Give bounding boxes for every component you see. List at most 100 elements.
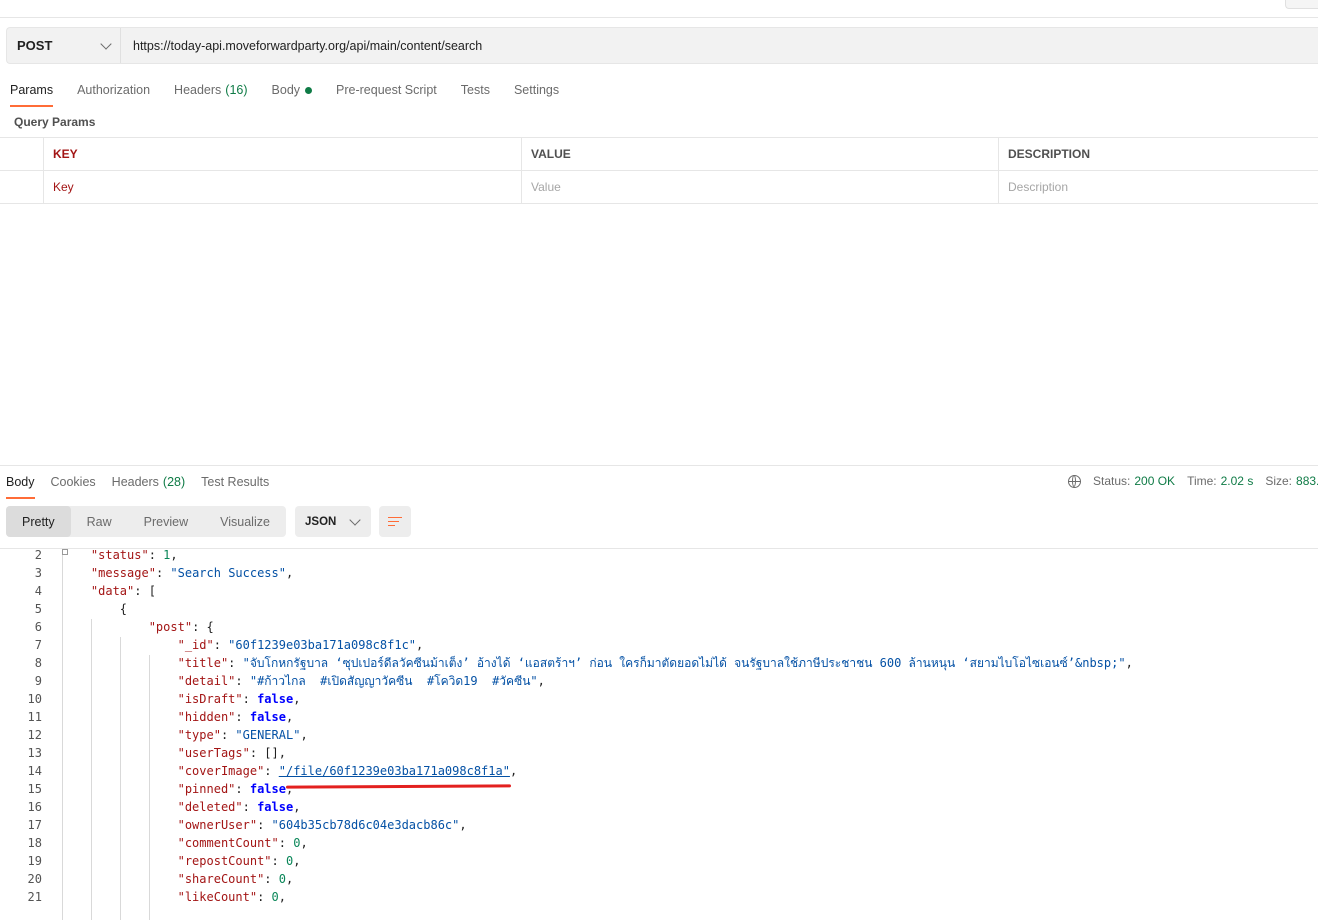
code-text: "hidden": false, bbox=[177, 710, 294, 724]
json-value: [] bbox=[264, 746, 279, 760]
tab-label: Body bbox=[6, 475, 35, 489]
format-label: JSON bbox=[305, 515, 337, 528]
code-text: "title": "จับโกหกรัฐบาล ‘ซุปเปอร์ดีลวัคซ… bbox=[177, 656, 1133, 670]
json-value: "จับโกหกรัฐบาล ‘ซุปเปอร์ดีลวัคซีนม้าเต็ง… bbox=[242, 656, 1126, 670]
line-number: 20 bbox=[27, 872, 42, 886]
method-select[interactable]: POST bbox=[7, 28, 121, 63]
url-input[interactable]: https://today-api.moveforwardparty.org/a… bbox=[121, 39, 482, 53]
row-checkbox[interactable] bbox=[0, 171, 43, 203]
line-number: 5 bbox=[34, 602, 42, 616]
json-key: "status" bbox=[90, 548, 149, 562]
json-value: 1 bbox=[163, 548, 171, 562]
line-number: 16 bbox=[27, 800, 42, 814]
tab-body[interactable]: Body bbox=[272, 80, 313, 100]
tab-label: Body bbox=[271, 83, 301, 97]
globe-icon[interactable] bbox=[1068, 474, 1081, 488]
tab-headers[interactable]: Headers (16) bbox=[174, 80, 247, 100]
top-corner-button[interactable] bbox=[1285, 0, 1318, 9]
status-label: Status: bbox=[1093, 474, 1131, 488]
view-visualize-button[interactable]: Visualize bbox=[204, 506, 286, 537]
wrap-lines-button[interactable] bbox=[379, 506, 411, 537]
pane-divider[interactable] bbox=[0, 465, 1318, 466]
json-value: { bbox=[119, 602, 128, 616]
json-key: "post" bbox=[148, 620, 193, 634]
json-value: 0 bbox=[285, 854, 294, 868]
response-tab-test-results[interactable]: Test Results bbox=[201, 473, 269, 491]
json-key: "hidden" bbox=[177, 710, 236, 724]
line-number: 18 bbox=[27, 836, 42, 850]
description-input[interactable]: Description bbox=[998, 171, 1318, 203]
json-value: false bbox=[249, 782, 286, 796]
tab-authorization[interactable]: Authorization bbox=[77, 80, 150, 100]
line-number: 4 bbox=[34, 584, 42, 598]
json-key: "commentCount" bbox=[177, 836, 279, 850]
response-headers-count: (28) bbox=[162, 475, 186, 489]
code-text: "status": 1, bbox=[90, 548, 178, 562]
column-header-description: DESCRIPTION bbox=[998, 138, 1318, 170]
format-select[interactable]: JSON bbox=[295, 506, 371, 537]
code-text: "repostCount": 0, bbox=[177, 854, 301, 868]
response-tab-body[interactable]: Body bbox=[6, 473, 35, 499]
size-label: Size: bbox=[1265, 474, 1293, 488]
tab-params[interactable]: Params bbox=[10, 80, 54, 107]
code-text: "commentCount": 0, bbox=[177, 836, 308, 850]
code-text: "detail": "#ก้าวไกล #เปิดสัญญาวัคซีน #โค… bbox=[177, 674, 545, 688]
tab-settings[interactable]: Settings bbox=[514, 80, 559, 100]
params-table: KEY VALUE DESCRIPTION Key Value Descript… bbox=[0, 137, 1318, 204]
code-text: "pinned": false, bbox=[177, 782, 294, 796]
json-value: false bbox=[249, 710, 286, 724]
json-value: "#ก้าวไกล #เปิดสัญญาวัคซีน #โควิด19 #วัค… bbox=[249, 674, 538, 688]
wrap-lines-icon bbox=[388, 516, 402, 528]
json-value: "Search Success" bbox=[170, 566, 286, 580]
json-value: "GENERAL" bbox=[235, 728, 301, 742]
json-value: "604b35cb78d6c04e3dacb86c" bbox=[271, 818, 460, 832]
line-number: 11 bbox=[27, 710, 42, 724]
line-number: 8 bbox=[34, 656, 42, 670]
line-number: 15 bbox=[27, 782, 42, 796]
row-handle bbox=[0, 138, 43, 170]
json-value: { bbox=[206, 620, 214, 634]
code-text: "data": [ bbox=[90, 584, 156, 598]
code-text: "ownerUser": "604b35cb78d6c04e3dacb86c", bbox=[177, 818, 467, 832]
tab-label: Headers bbox=[174, 83, 222, 97]
code-text: { bbox=[62, 600, 127, 618]
red-underline-annotation bbox=[285, 784, 512, 789]
chevron-down-icon bbox=[100, 37, 112, 50]
code-text: "deleted": false, bbox=[177, 800, 301, 814]
tab-pre-request-script[interactable]: Pre-request Script bbox=[336, 80, 437, 100]
line-number: 19 bbox=[27, 854, 42, 868]
json-value: 0 bbox=[278, 872, 286, 886]
json-value: [ bbox=[148, 584, 156, 598]
json-key: "detail" bbox=[177, 674, 236, 688]
key-input[interactable]: Key bbox=[43, 171, 521, 203]
code-text: "userTags": [], bbox=[177, 746, 286, 760]
status-value[interactable]: 200 OK bbox=[1134, 474, 1175, 488]
json-key: "title" bbox=[177, 656, 229, 670]
code-text: "likeCount": 0, bbox=[177, 890, 286, 904]
view-preview-button[interactable]: Preview bbox=[128, 506, 204, 537]
time-value[interactable]: 2.02 s bbox=[1221, 474, 1254, 488]
top-strip bbox=[0, 0, 1318, 18]
json-value: "60f1239e03ba171a098c8f1c" bbox=[228, 638, 417, 652]
json-key: "ownerUser" bbox=[177, 818, 258, 832]
code-text: "type": "GENERAL", bbox=[177, 728, 308, 742]
cover-image-link[interactable]: "/file/60f1239e03ba171a098c8f1a" bbox=[279, 764, 510, 778]
response-tab-cookies[interactable]: Cookies bbox=[51, 473, 96, 491]
column-header-value: VALUE bbox=[521, 138, 998, 170]
value-input[interactable]: Value bbox=[521, 171, 998, 203]
params-empty-row: Key Value Description bbox=[0, 171, 1318, 204]
tab-label: Cookies bbox=[50, 475, 96, 489]
response-body-editor[interactable]: 2 "status": 1, 3 "message": "Search Succe… bbox=[0, 548, 1318, 920]
response-tab-headers[interactable]: Headers (28) bbox=[112, 473, 185, 491]
column-header-key: KEY bbox=[43, 138, 521, 170]
tab-label: Tests bbox=[460, 83, 490, 97]
size-value[interactable]: 883. bbox=[1296, 474, 1318, 488]
tab-label: Pre-request Script bbox=[336, 83, 437, 97]
line-number: 12 bbox=[27, 728, 42, 742]
view-raw-button[interactable]: Raw bbox=[71, 506, 128, 537]
tab-tests[interactable]: Tests bbox=[461, 80, 490, 100]
code-text: "_id": "60f1239e03ba171a098c8f1c", bbox=[177, 638, 424, 652]
json-value: false bbox=[257, 800, 294, 814]
line-number: 17 bbox=[27, 818, 42, 832]
view-pretty-button[interactable]: Pretty bbox=[6, 506, 71, 537]
